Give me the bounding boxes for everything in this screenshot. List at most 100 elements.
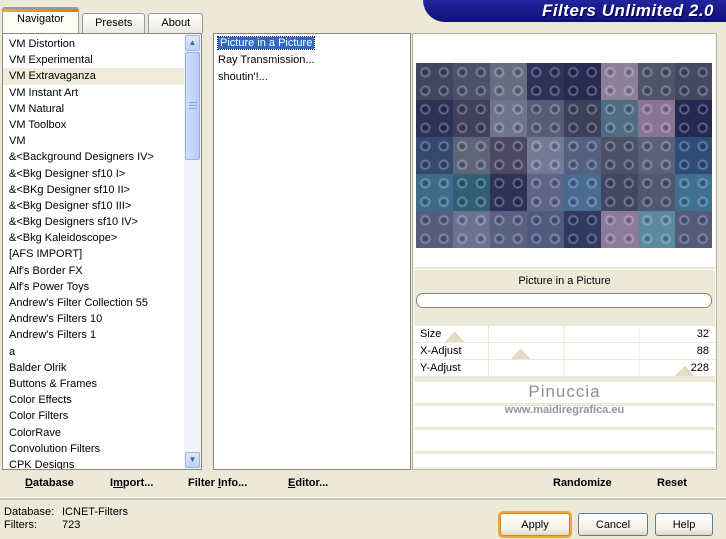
scrollbar-thumb[interactable] (185, 52, 200, 160)
preview-tile (453, 63, 490, 100)
category-item[interactable]: Balder Olrik (3, 360, 184, 376)
preview-tile (638, 137, 675, 174)
category-item[interactable]: Color Effects (3, 392, 184, 408)
empty-parameter-row (414, 430, 715, 451)
preview-tile (601, 100, 638, 137)
category-item[interactable]: VM Natural (3, 101, 184, 117)
category-scrollbar[interactable]: ▲ ▼ (184, 34, 201, 469)
preview-tile (638, 174, 675, 211)
editor-button[interactable]: Editor... (288, 477, 328, 489)
slider-x-adjust[interactable]: X-Adjust 88 (414, 343, 715, 359)
category-item[interactable]: Andrew's Filter Collection 55 (3, 295, 184, 311)
scroll-down-button[interactable]: ▼ (185, 452, 200, 468)
category-item[interactable]: ColorRave (3, 425, 184, 441)
preview-tile (490, 211, 527, 248)
scroll-up-button[interactable]: ▲ (185, 35, 200, 51)
preview-tile (675, 211, 712, 248)
preview-tile (416, 211, 453, 248)
preview-tile (675, 174, 712, 211)
apply-button[interactable]: Apply (500, 513, 570, 536)
preview-tile (564, 174, 601, 211)
tab-presets[interactable]: Presets (82, 13, 146, 33)
database-button[interactable]: Database (25, 477, 74, 489)
category-item[interactable]: CPK Designs (3, 457, 184, 469)
category-item[interactable]: VM (3, 133, 184, 149)
preview-tile (601, 174, 638, 211)
category-item[interactable]: Buttons & Frames (3, 376, 184, 392)
slider-size[interactable]: Size 32 (414, 326, 715, 342)
preview-tile (564, 211, 601, 248)
scrollbar-grip-icon (189, 102, 197, 110)
preview-tile (416, 100, 453, 137)
preview-tile (490, 63, 527, 100)
category-item[interactable]: Andrew's Filters 10 (3, 311, 184, 327)
filter-info-button[interactable]: Filter Info... (188, 477, 247, 489)
scroll-down-icon: ▼ (188, 455, 197, 464)
filter-item[interactable]: Picture in a Picture (214, 35, 410, 51)
slider-value: 32 (696, 328, 709, 340)
preview-tile (638, 211, 675, 248)
scroll-up-icon: ▲ (188, 38, 197, 47)
preview-tile (675, 63, 712, 100)
preview-tile (601, 137, 638, 174)
tab-about[interactable]: About (148, 13, 204, 33)
preview-tile (453, 174, 490, 211)
category-item[interactable]: &<Bkg Designer sf10 III> (3, 198, 184, 214)
category-item[interactable]: &<BKg Designer sf10 II> (3, 182, 184, 198)
cancel-button[interactable]: Cancel (578, 513, 648, 536)
action-bar: Database Import... Filter Info... Editor...… (0, 470, 726, 498)
filters-unlimited-window: Navigator Presets About Filters Unlimited … (0, 0, 726, 539)
reset-button[interactable]: Reset (657, 477, 687, 489)
preview-tile (638, 63, 675, 100)
preview-image (416, 63, 712, 248)
filter-item-selected[interactable]: Picture in a Picture (216, 36, 316, 50)
slider-y-adjust[interactable]: Y-Adjust 228 (414, 360, 715, 376)
category-item[interactable]: &<Bkg Designers sf10 IV> (3, 214, 184, 230)
filter-item[interactable]: Ray Transmission... (214, 52, 410, 68)
category-item[interactable]: VM Distortion (3, 36, 184, 52)
preview-tile (601, 63, 638, 100)
filter-item[interactable]: shoutin'!... (214, 69, 410, 85)
category-item[interactable]: a (3, 344, 184, 360)
slider-label: X-Adjust (420, 345, 462, 357)
slider-label: Size (420, 328, 442, 340)
status-value: ICNET-Filters (62, 506, 128, 518)
randomize-button[interactable]: Randomize (553, 477, 612, 489)
preview-tile (490, 100, 527, 137)
empty-parameter-row (414, 454, 715, 467)
category-item[interactable]: VM Extravaganza (3, 68, 184, 85)
slider-thumb[interactable] (511, 349, 529, 359)
preview-tile (527, 100, 564, 137)
slider-value: 228 (690, 362, 709, 374)
category-item[interactable]: &<Bkg Kaleidoscope> (3, 230, 184, 246)
status-value: 723 (62, 519, 81, 531)
category-item[interactable]: VM Instant Art (3, 85, 184, 101)
category-item[interactable]: Andrew's Filters 1 (3, 327, 184, 343)
category-item[interactable]: Convolution Filters (3, 441, 184, 457)
category-item[interactable]: Alf's Power Toys (3, 279, 184, 295)
preview-tile (601, 211, 638, 248)
selected-filter-title: Picture in a Picture (414, 269, 715, 292)
filter-list: Picture in a Picture Ray Transmission... s… (213, 33, 411, 470)
preview-tile (564, 100, 601, 137)
help-button[interactable]: Help (655, 513, 713, 536)
preview-tile (527, 174, 564, 211)
category-item[interactable]: &<Bkg Designer sf10 I> (3, 166, 184, 182)
category-item[interactable]: Color Filters (3, 408, 184, 424)
preview-tile (675, 137, 712, 174)
preview-tile (453, 100, 490, 137)
filter-panel: Picture in a Picture Size 32 X-Adjust 88 Y-A… (412, 33, 717, 470)
category-item[interactable]: VM Toolbox (3, 117, 184, 133)
tab-navigator[interactable]: Navigator (2, 7, 80, 33)
slider-thumb[interactable] (675, 366, 693, 376)
category-item[interactable]: [AFS IMPORT] (3, 246, 184, 262)
preview-tile (527, 211, 564, 248)
progress-bar (416, 293, 712, 308)
category-item[interactable]: VM Experimental (3, 52, 184, 68)
slider-thumb[interactable] (445, 332, 463, 342)
category-item[interactable]: &<Background Designers IV> (3, 149, 184, 165)
preview-tile (490, 174, 527, 211)
category-list: VM Distortion VM Experimental VM Extravaga… (2, 33, 202, 470)
import-button[interactable]: Import... (110, 477, 153, 489)
category-item[interactable]: Alf's Border FX (3, 263, 184, 279)
